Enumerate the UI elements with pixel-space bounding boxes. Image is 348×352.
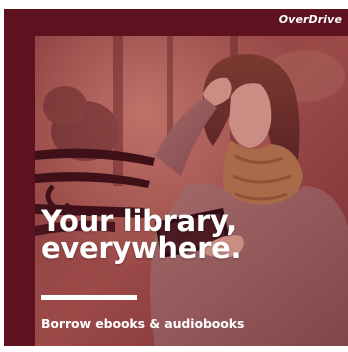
headline-divider: [41, 295, 137, 300]
tagline: Borrow ebooks & audiobooks: [41, 316, 245, 331]
overdrive-ad-banner[interactable]: OverDrive Your library, everywhere. Borr…: [4, 9, 348, 346]
overdrive-logo[interactable]: OverDrive: [279, 13, 342, 26]
headline: Your library, everywhere.: [41, 204, 242, 265]
